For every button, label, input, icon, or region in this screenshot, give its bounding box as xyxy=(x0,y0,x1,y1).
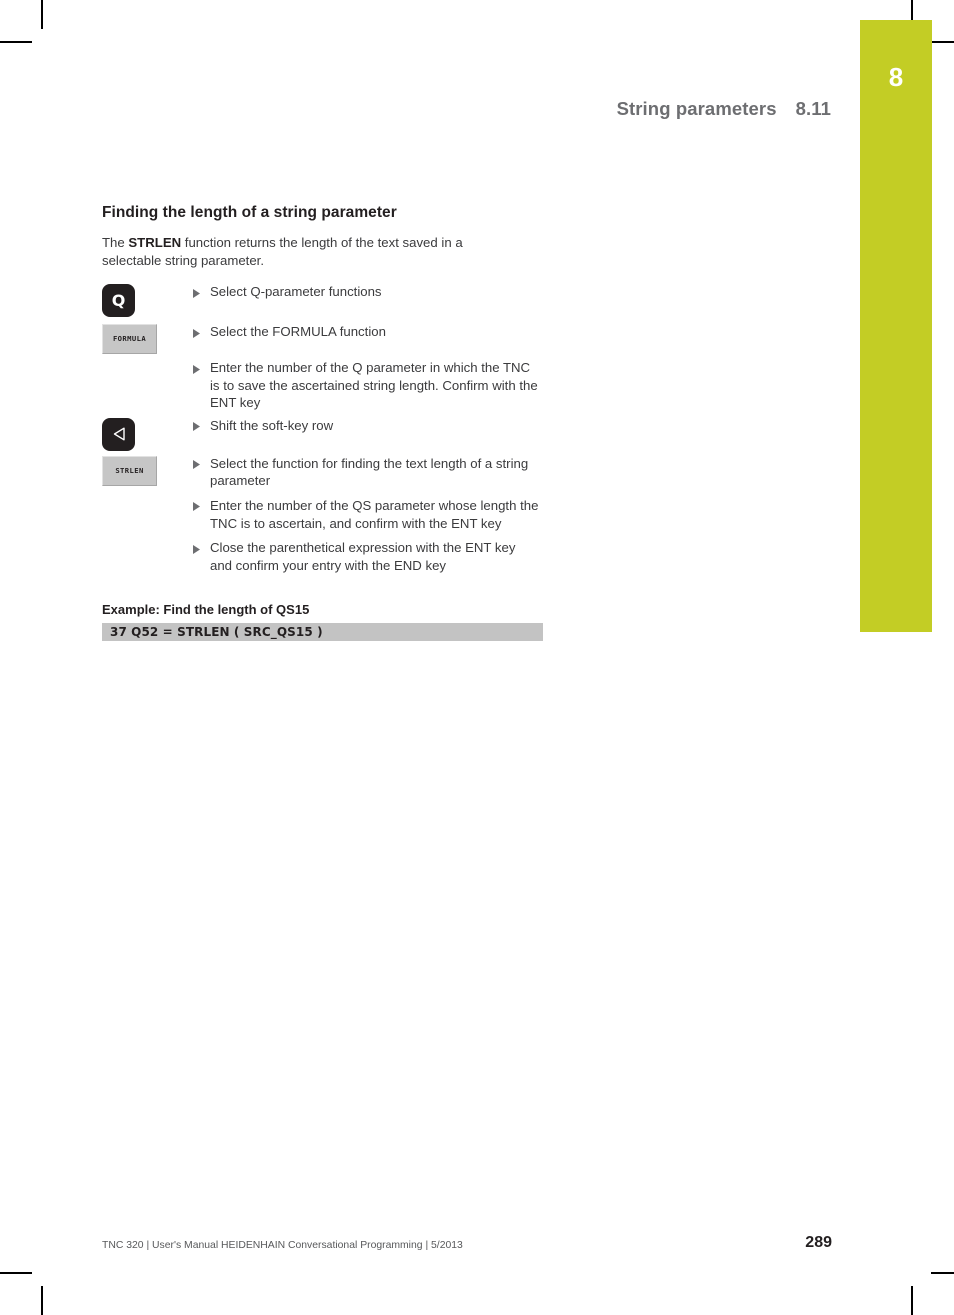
strlen-softkey-icon: STRLEN xyxy=(102,455,157,486)
intro-function-name: STRLEN xyxy=(128,235,182,250)
instruction-text-cell: Close the parenthetical expression with … xyxy=(193,539,552,574)
bullet-triangle-icon xyxy=(193,323,210,338)
instruction-step: STRLEN Select the function for finding th… xyxy=(102,455,552,490)
chapter-number: 8 xyxy=(888,62,904,92)
key-illustration-cell xyxy=(102,539,193,540)
crop-mark-bottom-left-vertical xyxy=(41,1286,43,1315)
instruction-step: FORMULA Select the FORMULA function xyxy=(102,323,552,354)
example-code-block: 37 Q52 = STRLEN ( SRC_QS15 ) xyxy=(102,623,543,641)
bullet-triangle-icon xyxy=(193,497,210,512)
key-illustration-cell xyxy=(102,359,193,360)
example-heading: Example: Find the length of QS15 xyxy=(102,602,310,617)
section-heading: Finding the length of a string parameter xyxy=(102,204,397,221)
manual-page: 8 String parameters 8.11 Finding the leng… xyxy=(0,0,954,1315)
running-header-title: String parameters xyxy=(616,98,777,119)
instruction-text-cell: Enter the number of the QS parameter who… xyxy=(193,497,552,532)
instruction-step-list: Q Select Q-parameter functions FORMULA Sele… xyxy=(102,283,552,574)
main-content: Finding the length of a string parameter… xyxy=(102,204,552,581)
crop-mark-top-left-horizontal xyxy=(0,41,32,43)
instruction-step: Enter the number of the Q parameter in w… xyxy=(102,359,552,412)
key-illustration-cell: STRLEN xyxy=(102,455,193,486)
instruction-text-cell: Select the FORMULA function xyxy=(193,323,552,341)
key-illustration-cell xyxy=(102,417,193,451)
instruction-text-cell: Select Q-parameter functions xyxy=(193,283,552,301)
q-key-icon: Q xyxy=(102,284,135,317)
instruction-step: Shift the soft-key row xyxy=(102,417,552,451)
bullet-triangle-icon xyxy=(193,359,210,374)
soft-key-label: FORMULA xyxy=(112,334,147,344)
soft-key-label: STRLEN xyxy=(115,466,144,476)
running-header-section-number: 8.11 xyxy=(795,98,831,119)
page-number: 289 xyxy=(805,1234,832,1251)
instruction-text-cell: Select the function for finding the text… xyxy=(193,455,552,490)
instruction-text: Select Q-parameter functions xyxy=(210,284,382,299)
crop-mark-bottom-left-horizontal xyxy=(0,1272,32,1274)
formula-softkey-icon: FORMULA xyxy=(102,324,157,354)
bullet-triangle-icon xyxy=(193,417,210,432)
instruction-step: Enter the number of the QS parameter who… xyxy=(102,497,552,532)
instruction-text: Select the FORMULA function xyxy=(210,324,386,339)
footer-text: TNC 320 | User's Manual HEIDENHAIN Conve… xyxy=(102,1240,463,1251)
instruction-text-cell: Shift the soft-key row xyxy=(193,417,552,435)
instruction-text: Enter the number of the QS parameter who… xyxy=(210,497,539,531)
instruction-step: Q Select Q-parameter functions xyxy=(102,283,552,317)
example-code-line: 37 Q52 = STRLEN ( SRC_QS15 ) xyxy=(110,625,323,639)
chapter-thumb-tab: 8 xyxy=(860,20,932,632)
key-illustration-cell: Q xyxy=(102,283,193,317)
instruction-text: Select the function for finding the text… xyxy=(210,455,529,489)
running-header: String parameters 8.11 xyxy=(0,98,831,120)
instruction-text: Shift the soft-key row xyxy=(210,417,334,433)
bullet-triangle-icon xyxy=(193,283,210,298)
bullet-triangle-icon xyxy=(193,539,210,554)
intro-text-before: The xyxy=(102,235,129,250)
instruction-text: Close the parenthetical expression with … xyxy=(210,540,516,573)
instruction-text: Enter the number of the Q parameter in w… xyxy=(210,360,538,411)
crop-mark-top-left-vertical xyxy=(41,0,43,29)
hard-key-label: Q xyxy=(111,290,126,310)
intro-paragraph: The STRLEN function returns the length o… xyxy=(102,234,522,269)
instruction-step: Close the parenthetical expression with … xyxy=(102,539,552,574)
key-illustration-cell: FORMULA xyxy=(102,323,193,354)
crop-mark-bottom-right-vertical xyxy=(911,1286,913,1315)
left-triangle-key-icon xyxy=(102,417,135,451)
crop-mark-bottom-right-horizontal xyxy=(931,1272,954,1274)
bullet-triangle-icon xyxy=(193,455,210,470)
key-illustration-cell xyxy=(102,497,193,498)
crop-mark-top-right-horizontal xyxy=(931,41,954,43)
instruction-text-cell: Enter the number of the Q parameter in w… xyxy=(193,359,552,412)
